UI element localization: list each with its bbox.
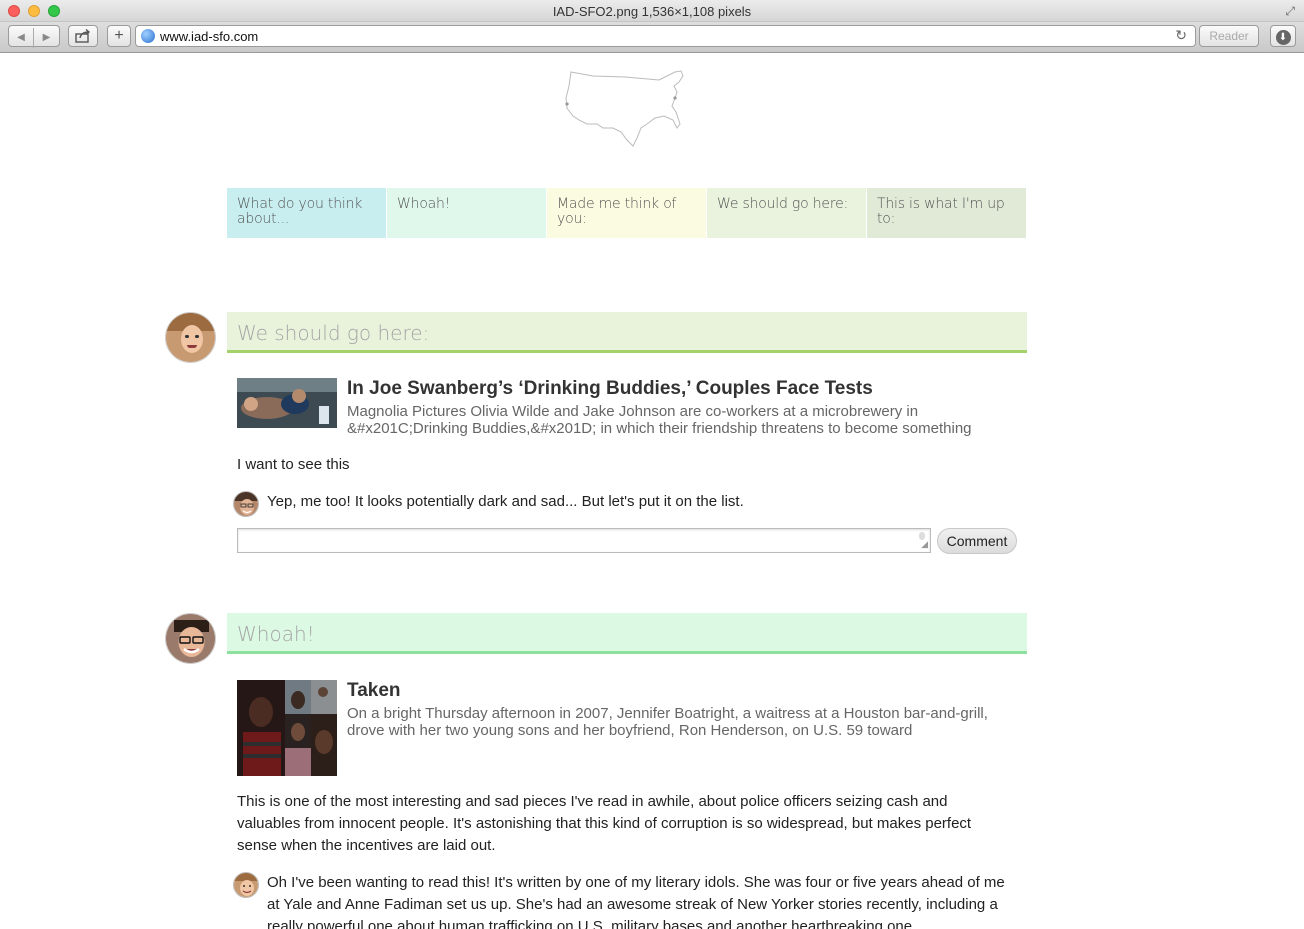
commenter-avatar <box>233 491 259 517</box>
download-button[interactable]: ⬇ <box>1270 25 1296 47</box>
article-thumbnail[interactable] <box>237 680 337 776</box>
nav-tab-made-me-think-of-you[interactable]: Made me think of you: <box>547 188 707 238</box>
reload-icon[interactable]: ↻ <box>1175 27 1187 44</box>
comment-text: Oh I've been wanting to read this! It's … <box>267 874 1005 929</box>
post-body: This is one of the most interesting and … <box>237 793 972 854</box>
article-card[interactable]: Taken On a bright Thursday afternoon in … <box>237 680 1017 780</box>
post-we-should-go-here: We should go here: In Joe Swanberg’s ‘Dr… <box>165 312 1035 562</box>
back-forward-buttons: ◀ ▶ <box>8 25 60 48</box>
article-snippet: Magnolia Pictures Olivia Wilde and Jake … <box>347 403 972 437</box>
window-titlebar: IAD-SFO2.png 1,536×1,108 pixels ⤢ <box>0 0 1304 22</box>
comment-input[interactable]: ◢ <box>237 528 931 553</box>
comment: Yep, me too! It looks potentially dark a… <box>233 491 1023 517</box>
url-text[interactable]: www.iad-sfo.com <box>160 29 258 44</box>
forward-icon[interactable]: ▶ <box>34 28 59 48</box>
post-body: I want to see this <box>237 456 350 473</box>
avatar <box>165 613 216 664</box>
post-header: Whoah! <box>227 613 1027 654</box>
comment: Oh I've been wanting to read this! It's … <box>233 872 1023 929</box>
us-map-logo[interactable] <box>563 68 693 150</box>
globe-icon <box>141 29 155 43</box>
window-title: IAD-SFO2.png 1,536×1,108 pixels <box>552 4 752 19</box>
browser-toolbar: ◀ ▶ + www.iad-sfo.com ↻ Reader ⬇ <box>0 22 1304 53</box>
article-thumbnail[interactable] <box>237 378 337 428</box>
nav-tab-whoah[interactable]: Whoah! <box>387 188 547 238</box>
reader-button[interactable]: Reader <box>1199 25 1259 47</box>
address-bar[interactable]: www.iad-sfo.com ↻ <box>135 25 1196 47</box>
avatar <box>165 312 216 363</box>
nav-tab-what-do-you-think[interactable]: What do you think about... <box>227 188 387 238</box>
nav-tab-what-im-up-to[interactable]: This is what I'm up to: <box>867 188 1027 238</box>
nav-tab-we-should-go-here[interactable]: We should go here: <box>707 188 867 238</box>
resize-grip-icon[interactable]: ◢ <box>921 539 928 550</box>
post-header: We should go here: <box>227 312 1027 353</box>
share-icon[interactable] <box>68 25 98 47</box>
comment-button[interactable]: Comment <box>937 528 1017 554</box>
article-title[interactable]: Taken <box>347 680 1027 702</box>
article-snippet: On a bright Thursday afternoon in 2007, … <box>347 705 988 739</box>
article-card[interactable]: In Joe Swanberg’s ‘Drinking Buddies,’ Co… <box>237 378 1017 438</box>
comment-text: Yep, me too! It looks potentially dark a… <box>267 493 744 510</box>
post-whoah: Whoah! Taken On a bright Thursday aftern… <box>165 613 1035 929</box>
commenter-avatar <box>233 872 259 898</box>
new-tab-button[interactable]: + <box>107 25 131 47</box>
article-title[interactable]: In Joe Swanberg’s ‘Drinking Buddies,’ Co… <box>347 378 1027 400</box>
fullscreen-icon[interactable]: ⤢ <box>1285 4 1295 19</box>
category-nav: What do you think about... Whoah! Made m… <box>227 188 1027 238</box>
back-icon[interactable]: ◀ <box>9 28 34 48</box>
download-icon: ⬇ <box>1275 30 1291 45</box>
